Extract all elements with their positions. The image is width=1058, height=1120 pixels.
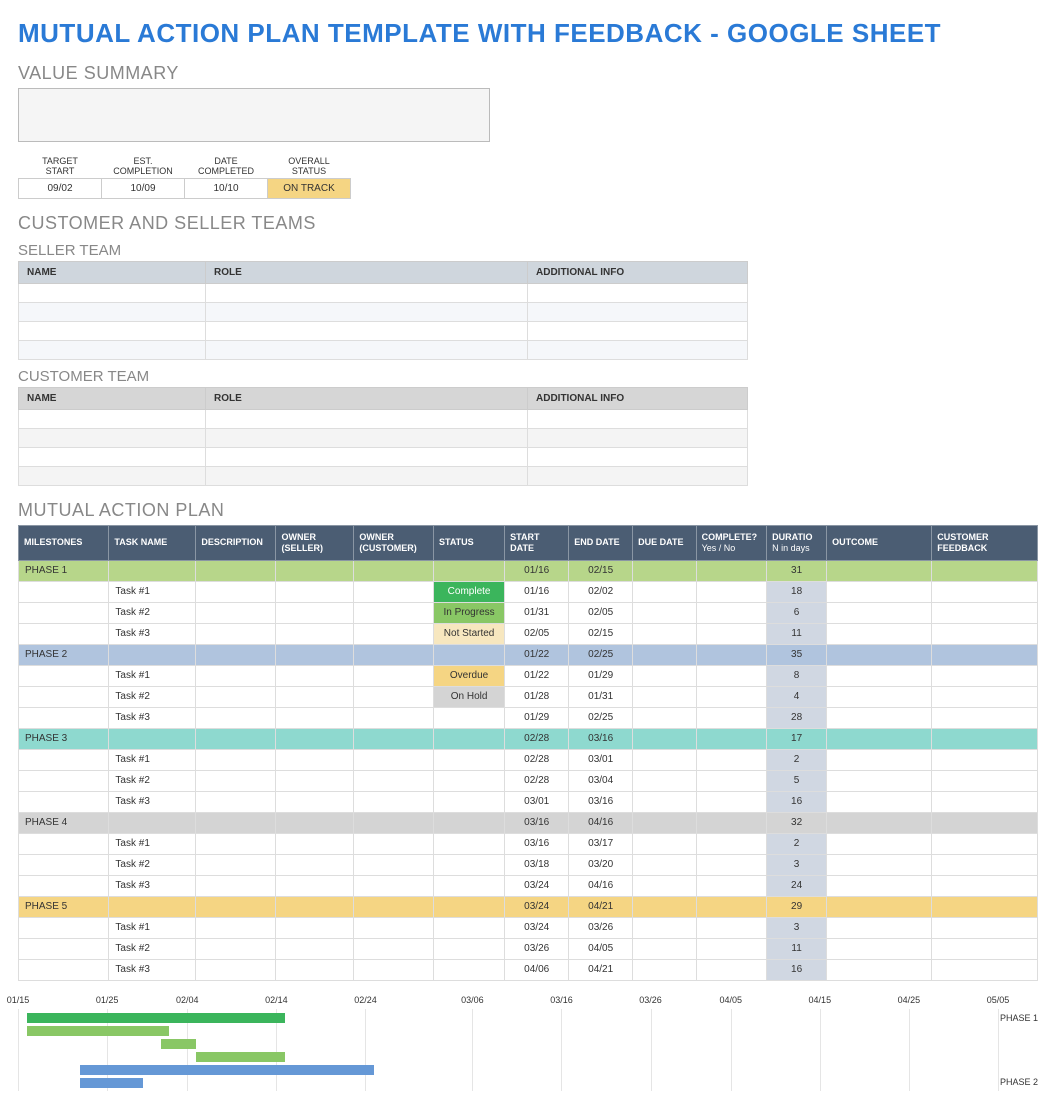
table-row[interactable]: Task #203/2604/0511 <box>19 938 1038 959</box>
gantt-tick: 02/14 <box>265 995 288 1005</box>
gantt-tick: 01/15 <box>7 995 30 1005</box>
gantt-label-phase1: PHASE 1 <box>998 1013 1038 1023</box>
table-row[interactable] <box>19 322 748 341</box>
plan-table: MILESTONES TASK NAME DESCRIPTION OWNER (… <box>18 525 1038 981</box>
table-row[interactable]: Task #1Overdue01/2201/298 <box>19 665 1038 686</box>
gantt-bar <box>196 1052 285 1062</box>
seller-header-name: NAME <box>19 262 206 284</box>
plan-header-start: START DATE <box>505 526 569 561</box>
plan-header-task: TASK NAME <box>109 526 196 561</box>
status-header-date-completed: DATE COMPLETED <box>185 154 268 179</box>
gantt-bar <box>161 1039 197 1049</box>
plan-header-outcome: OUTCOME <box>827 526 932 561</box>
plan-header-duration: DURATION in days <box>767 526 827 561</box>
table-row[interactable] <box>19 467 748 486</box>
gantt-tick: 02/24 <box>354 995 377 1005</box>
table-row[interactable] <box>19 410 748 429</box>
table-row[interactable]: Task #2In Progress01/3102/056 <box>19 602 1038 623</box>
table-row[interactable]: Task #301/2902/2528 <box>19 707 1038 728</box>
table-row[interactable]: Task #103/1603/172 <box>19 833 1038 854</box>
gantt-tick: 04/05 <box>719 995 742 1005</box>
table-row[interactable]: Task #303/2404/1624 <box>19 875 1038 896</box>
table-row[interactable]: PHASE 403/1604/1632 <box>19 812 1038 833</box>
table-row[interactable] <box>19 284 748 303</box>
plan-header-status: STATUS <box>434 526 505 561</box>
table-row[interactable] <box>19 303 748 322</box>
table-row[interactable]: Task #1Complete01/1602/0218 <box>19 581 1038 602</box>
plan-header-end: END DATE <box>569 526 633 561</box>
table-row[interactable]: Task #303/0103/1616 <box>19 791 1038 812</box>
table-row[interactable] <box>19 448 748 467</box>
gantt-bar <box>27 1026 170 1036</box>
gantt-bar <box>80 1078 142 1088</box>
status-header-overall: OVERALL STATUS <box>268 154 351 179</box>
table-row[interactable]: PHASE 101/1602/1531 <box>19 560 1038 581</box>
status-cell-est-completion[interactable]: 10/09 <box>102 179 185 199</box>
table-row[interactable]: Task #2On Hold01/2801/314 <box>19 686 1038 707</box>
value-summary-input[interactable] <box>18 88 490 142</box>
plan-header-owner-seller: OWNER (SELLER) <box>276 526 354 561</box>
table-row[interactable]: Task #304/0604/2116 <box>19 959 1038 980</box>
gantt-label-phase2: PHASE 2 <box>998 1077 1038 1087</box>
seller-team-table: NAMEROLEADDITIONAL INFO <box>18 261 748 360</box>
gantt-tick: 02/04 <box>176 995 199 1005</box>
status-header-est-completion: EST. COMPLETION <box>102 154 185 179</box>
table-row[interactable] <box>19 429 748 448</box>
seller-header-info: ADDITIONAL INFO <box>528 262 748 284</box>
table-row[interactable]: Task #3Not Started02/0502/1511 <box>19 623 1038 644</box>
status-cell-overall[interactable]: ON TRACK <box>268 179 351 199</box>
gantt-tick: 05/05 <box>987 995 1010 1005</box>
plan-header-desc: DESCRIPTION <box>196 526 276 561</box>
page-title: MUTUAL ACTION PLAN TEMPLATE WITH FEEDBAC… <box>18 18 1040 49</box>
gantt-tick: 03/26 <box>639 995 662 1005</box>
status-cell-target-start[interactable]: 09/02 <box>19 179 102 199</box>
table-row[interactable]: Task #202/2803/045 <box>19 770 1038 791</box>
plan-header-due: DUE DATE <box>633 526 697 561</box>
gantt-tick: 04/25 <box>898 995 921 1005</box>
teams-heading: CUSTOMER AND SELLER TEAMS <box>18 213 1040 234</box>
gantt-bar <box>80 1065 374 1075</box>
table-row[interactable] <box>19 341 748 360</box>
gantt-chart: 01/1501/2502/0402/1402/2403/0603/1603/26… <box>18 995 1038 1091</box>
plan-header-milestones: MILESTONES <box>19 526 109 561</box>
customer-team-heading: CUSTOMER TEAM <box>18 368 1040 385</box>
plan-heading: MUTUAL ACTION PLAN <box>18 500 1040 521</box>
plan-header-complete: COMPLETE?Yes / No <box>696 526 767 561</box>
value-summary-heading: VALUE SUMMARY <box>18 63 1040 84</box>
gantt-tick: 04/15 <box>809 995 832 1005</box>
table-row[interactable]: PHASE 201/2202/2535 <box>19 644 1038 665</box>
customer-header-name: NAME <box>19 388 206 410</box>
table-row[interactable]: Task #203/1803/203 <box>19 854 1038 875</box>
table-row[interactable]: Task #103/2403/263 <box>19 917 1038 938</box>
customer-header-info: ADDITIONAL INFO <box>528 388 748 410</box>
table-row[interactable]: PHASE 503/2404/2129 <box>19 896 1038 917</box>
gantt-tick: 01/25 <box>96 995 119 1005</box>
plan-header-owner-customer: OWNER (CUSTOMER) <box>354 526 434 561</box>
status-summary-table: TARGET START EST. COMPLETION DATE COMPLE… <box>18 154 351 199</box>
plan-header-feedback: CUSTOMER FEEDBACK <box>932 526 1038 561</box>
table-row[interactable]: Task #102/2803/012 <box>19 749 1038 770</box>
status-header-target-start: TARGET START <box>19 154 102 179</box>
gantt-tick: 03/16 <box>550 995 573 1005</box>
gantt-tick: 03/06 <box>461 995 484 1005</box>
status-cell-date-completed[interactable]: 10/10 <box>185 179 268 199</box>
gantt-bar <box>27 1013 285 1023</box>
customer-team-table: NAMEROLEADDITIONAL INFO <box>18 387 748 486</box>
customer-header-role: ROLE <box>206 388 528 410</box>
seller-header-role: ROLE <box>206 262 528 284</box>
seller-team-heading: SELLER TEAM <box>18 242 1040 259</box>
table-row[interactable]: PHASE 302/2803/1617 <box>19 728 1038 749</box>
